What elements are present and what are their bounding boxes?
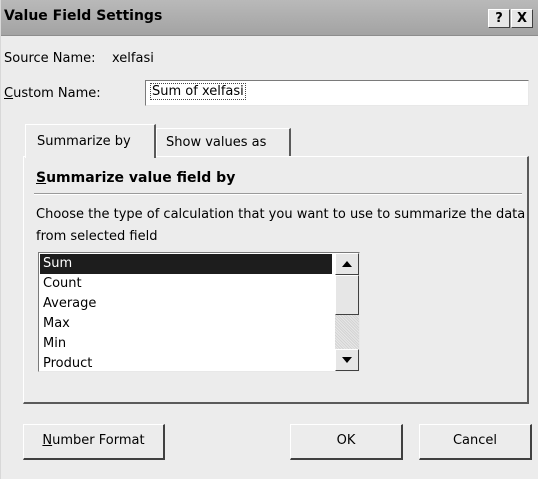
list-item-product[interactable]: Product	[40, 354, 332, 371]
arrow-down-icon	[342, 357, 352, 363]
heading-divider	[34, 193, 522, 195]
tab-summarize-by[interactable]: Summarize by	[25, 124, 156, 158]
list-item-count[interactable]: Count	[40, 274, 332, 294]
list-item-sum[interactable]: Sum	[40, 254, 332, 274]
scroll-down-button[interactable]	[335, 349, 359, 371]
close-button[interactable]: X	[511, 9, 533, 28]
list-item-average[interactable]: Average	[40, 294, 332, 314]
tab-show-values-as-label: Show values as	[166, 135, 267, 150]
scroll-thumb[interactable]	[335, 275, 359, 315]
ok-button[interactable]: OK	[290, 424, 403, 460]
list-item-min[interactable]: Min	[40, 334, 332, 354]
help-button[interactable]: ?	[488, 9, 510, 28]
tab-summarize-by-label: Summarize by	[37, 134, 131, 149]
custom-name-field[interactable]: Sum of xelfasi	[145, 80, 529, 106]
value-field-settings-dialog: Value Field Settings ? X Source Name: xe…	[0, 0, 538, 479]
cancel-button[interactable]: Cancel	[419, 424, 532, 460]
list-scrollbar[interactable]	[335, 253, 359, 371]
summarize-description: Choose the type of calculation that you …	[36, 207, 526, 244]
custom-name-label: Custom Name:	[4, 86, 101, 101]
custom-name-value: Sum of xelfasi	[150, 83, 246, 100]
tab-show-values-as[interactable]: Show values as	[156, 128, 291, 157]
arrow-up-icon	[342, 261, 352, 267]
summarize-heading: Summarize value field by	[36, 170, 236, 186]
dialog-title: Value Field Settings	[4, 8, 163, 24]
source-name-value: xelfasi	[112, 51, 154, 66]
title-bar: Value Field Settings ? X	[1, 0, 538, 36]
calculation-listbox[interactable]: Sum Count Average Max Min Product	[38, 252, 360, 372]
source-name-label: Source Name:	[4, 51, 96, 66]
scroll-up-button[interactable]	[335, 253, 359, 275]
list-item-max[interactable]: Max	[40, 314, 332, 334]
number-format-button[interactable]: Number Format	[23, 424, 165, 460]
